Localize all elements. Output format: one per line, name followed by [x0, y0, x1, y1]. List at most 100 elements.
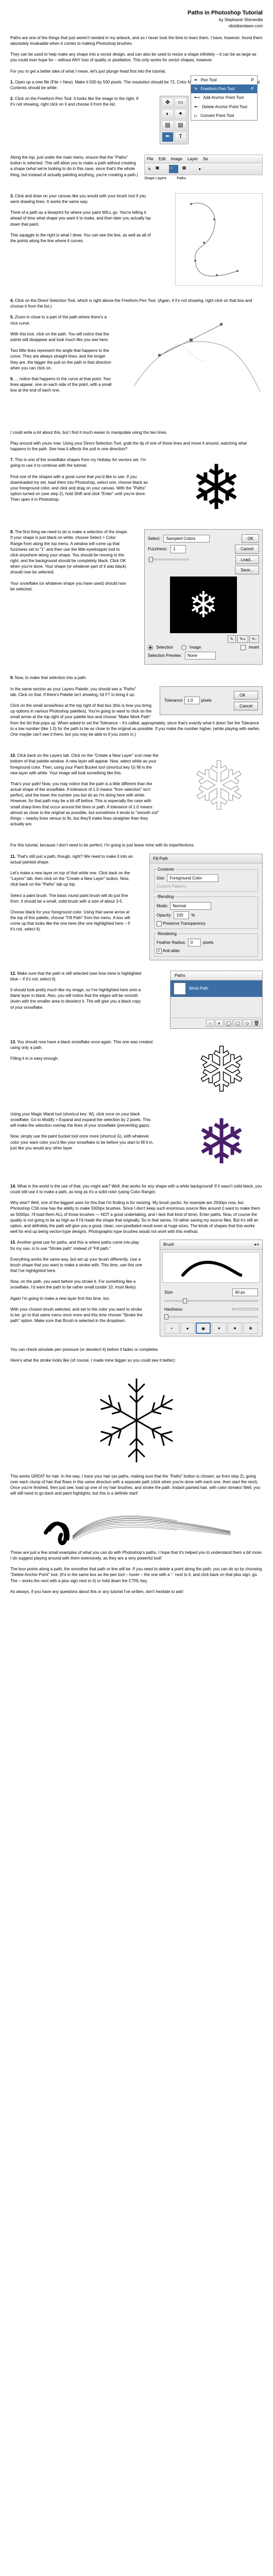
options-bar[interactable]: ✎ ▣ ▭ ▦ ▾: [144, 163, 263, 175]
toolbox[interactable]: ✥▭ ◐✦ ▨▤ ✒T: [160, 96, 189, 144]
paths-palette[interactable]: Paths ❄ Work Path ○ ◐ ◯ ▢ ◇ 🗑: [170, 971, 263, 1029]
cr-invert-checkbox[interactable]: [241, 645, 246, 650]
menu-layer[interactable]: Layer: [187, 156, 198, 162]
paths-tab[interactable]: Paths: [170, 971, 262, 980]
eyedropper-minus-icon[interactable]: ✎-: [249, 635, 259, 643]
flyout-convert-point[interactable]: ▷Convert Point Tool: [191, 111, 257, 120]
brush-preset[interactable]: ●: [180, 1323, 195, 1334]
freeform-pen-icon: ✎: [148, 166, 151, 172]
menu-select[interactable]: Se: [203, 156, 208, 162]
cr-cancel-button[interactable]: Cancel: [235, 545, 259, 553]
flyout-pen[interactable]: ✒Pen ToolP: [191, 76, 257, 84]
path-to-selection-icon[interactable]: ◯: [225, 1020, 233, 1027]
tool-lasso-icon[interactable]: ◐: [162, 109, 174, 120]
fill-pixels-button[interactable]: ▦: [182, 165, 192, 173]
fp-aa-checkbox[interactable]: [157, 948, 162, 954]
tool-marquee-icon[interactable]: ▭: [175, 98, 186, 108]
cr-select-label: Select:: [148, 536, 160, 541]
mwp-ok-button[interactable]: OK: [234, 691, 258, 700]
brush-preset[interactable]: ❋: [243, 1323, 258, 1334]
pen-tool-flyout[interactable]: ✒Pen ToolP ✎Freeform Pen ToolP ✒+Add Anc…: [191, 75, 258, 121]
cr-save-button[interactable]: Save...: [235, 566, 259, 574]
step7: 7. This is one of the snowflake shapes f…: [10, 457, 155, 468]
squiggle-canvas: [175, 193, 263, 286]
eyedropper-icon[interactable]: ✎: [228, 635, 236, 643]
step11-p4: Choose black for your foreground color. …: [10, 909, 134, 933]
step2: 2. Click on the Freeform Pen Tool. It lo…: [10, 96, 144, 107]
menu-bar[interactable]: File Edit Image Layer Se: [144, 155, 263, 163]
tool-type-icon[interactable]: T: [175, 132, 186, 142]
flyout-freeform-pen[interactable]: ✎Freeform Pen ToolP: [191, 84, 257, 93]
fill-path-dialog[interactable]: Fill Path Contents Use: Foreground Color…: [149, 854, 263, 960]
panel-menu-icon[interactable]: ▸≡: [254, 1242, 259, 1247]
menu-edit[interactable]: Edit: [159, 156, 166, 162]
selection-to-path-icon[interactable]: ▢: [234, 1020, 242, 1027]
brush-hardness-field[interactable]: [232, 1308, 258, 1310]
step2b-p1: Along the top, just under the main menu,…: [10, 155, 144, 178]
fill-path-icon[interactable]: ○: [206, 1020, 214, 1027]
work-path-item[interactable]: ❄ Work Path: [170, 980, 262, 997]
fp-preserve-checkbox[interactable]: [157, 921, 162, 926]
cr-preview-dropdown[interactable]: None: [185, 652, 216, 659]
cr-selection-radio[interactable]: [148, 645, 153, 650]
cr-fuzziness-field[interactable]: 1: [170, 545, 186, 553]
brush-preset[interactable]: ✦: [212, 1323, 227, 1334]
brush-panel[interactable]: Brush▸≡ Size:40 px Hardness: • ● ◉ ✦ ✷ ❋: [160, 1240, 263, 1336]
color-range-dialog[interactable]: Select: Sampled Colors OK Fuzziness: 1 C…: [144, 529, 263, 665]
cr-fuzziness-label: Fuzziness:: [148, 546, 167, 552]
brush-size-slider[interactable]: [164, 1300, 258, 1302]
step12: 12. Make sure that the path is still sel…: [10, 971, 144, 982]
eyedropper-plus-icon[interactable]: ✎+: [237, 635, 248, 643]
step11-p3: Select a paint brush. The basic round pa…: [10, 893, 134, 904]
flyout-add-anchor[interactable]: ✒+Add Anchor Point Tool: [191, 93, 257, 102]
flyout-delete-anchor[interactable]: ✒-Delete Anchor Point Tool: [191, 103, 257, 111]
make-work-path-dialog[interactable]: Tolerance: 1.0 pixels OK Cancel: [160, 686, 263, 715]
step10: 10. Click back on the Layers tab. Click …: [10, 753, 160, 776]
mwp-tolerance-field[interactable]: 1.0: [184, 697, 200, 704]
step3: 3. Click and draw on your canvas like yo…: [10, 193, 155, 205]
step13-p2: Filling it in is easy enough.: [10, 1056, 155, 1061]
fp-use-dropdown[interactable]: Foreground Color: [167, 874, 218, 882]
cr-fuzziness-slider[interactable]: [148, 558, 189, 561]
paths-button[interactable]: ▭: [169, 165, 178, 173]
shape-layers-button[interactable]: ▣: [156, 165, 165, 173]
cr-image-radio[interactable]: [181, 645, 186, 650]
snowflake-stroke-outline: ❄: [180, 1039, 263, 1101]
freeform-pen-icon: ✎: [194, 86, 198, 92]
step13: 13. You should now have a black snowflak…: [10, 1039, 155, 1050]
delete-path-icon[interactable]: 🗑: [252, 1020, 261, 1027]
step9: 9. Now, to make that selection into a pa…: [10, 675, 263, 681]
brush-preset[interactable]: ✷: [228, 1323, 243, 1334]
step5-p2: With this tool, click on the path. You w…: [10, 331, 113, 343]
brush-hardness-slider[interactable]: [164, 1316, 258, 1318]
tool-wand-icon[interactable]: ✦: [175, 109, 186, 120]
menu-image[interactable]: Image: [171, 156, 182, 162]
cr-select-dropdown[interactable]: Sampled Colors: [163, 535, 210, 543]
mwp-cancel-button[interactable]: Cancel: [234, 702, 258, 710]
fp-blending-label: Blending: [157, 894, 175, 900]
fp-mode-dropdown[interactable]: Normal: [170, 902, 211, 910]
brush-preset[interactable]: •: [164, 1323, 179, 1334]
step5-p3: Two little lines represent the angle tha…: [10, 348, 113, 371]
fp-opacity-field[interactable]: 100: [174, 911, 189, 919]
fp-feather-label: Feather Radius:: [157, 940, 186, 945]
step15-p3: Now, on the path, you want before you st…: [10, 1279, 144, 1290]
cr-ok-button[interactable]: OK: [242, 534, 259, 543]
new-path-icon[interactable]: ◇: [243, 1020, 251, 1027]
tool-crop-icon[interactable]: ▨: [162, 121, 174, 131]
stroke-path-icon[interactable]: ◐: [215, 1020, 224, 1027]
brush-size-field[interactable]: 40 px: [232, 1289, 258, 1296]
tool-move-icon[interactable]: ✥: [162, 98, 174, 108]
step15-p4: Again I'm going to make a new layer firs…: [10, 1296, 144, 1301]
fp-mode-label: Mode:: [157, 903, 168, 909]
fp-feather-field[interactable]: 0: [188, 939, 201, 946]
stroke-caption: Here's what the stroke looks like (of co…: [10, 1358, 263, 1363]
menu-file[interactable]: File: [147, 156, 153, 162]
tool-slice-icon[interactable]: ▤: [175, 121, 186, 131]
intro-p3: For you to get a better idea of what I m…: [10, 69, 263, 74]
tool-pen-icon[interactable]: ✒: [162, 132, 174, 142]
brush-preset-selected[interactable]: ◉: [196, 1323, 211, 1334]
step8-p2: Your snowflake (or whatever shape you ha…: [10, 581, 129, 592]
curve-handles-figure: [129, 314, 263, 417]
cr-load-button[interactable]: Load...: [235, 555, 259, 564]
